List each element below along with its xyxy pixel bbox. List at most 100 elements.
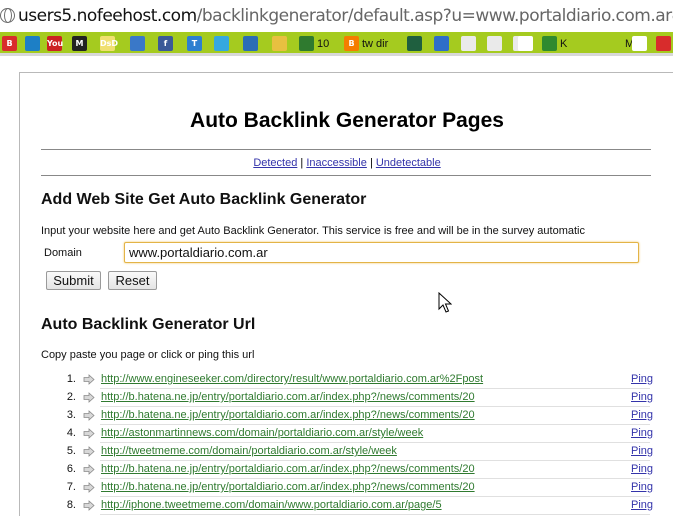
bookmark-label: 10 bbox=[317, 37, 330, 50]
link-undetectable[interactable]: Undetectable bbox=[376, 157, 441, 169]
row-number: 1. bbox=[66, 373, 76, 385]
bookmark-item[interactable]: You bbox=[47, 35, 63, 52]
backlink-url[interactable]: http://b.hatena.ne.jp/entry/portaldiario… bbox=[101, 463, 475, 475]
url-path: /backlinkgenerator/default.asp?u=www.por… bbox=[196, 6, 673, 26]
bookmark-item[interactable] bbox=[130, 35, 145, 52]
ping-link[interactable]: Ping bbox=[631, 481, 653, 493]
row-divider bbox=[100, 424, 650, 425]
reset-button[interactable]: Reset bbox=[108, 271, 157, 290]
red-b-icon: B bbox=[2, 36, 17, 51]
link-detected[interactable]: Detected bbox=[253, 157, 297, 169]
list-item: 5. http://tweetmeme.com/domain/portaldiar… bbox=[20, 445, 673, 463]
separator: | bbox=[300, 157, 304, 169]
bookmark-item[interactable]: M bbox=[607, 35, 634, 52]
ping-link[interactable]: Ping bbox=[631, 391, 653, 403]
backlink-url[interactable]: http://www.engineseeker.com/directory/re… bbox=[101, 373, 483, 385]
bookmark-item[interactable]: T bbox=[187, 35, 202, 52]
row-number: 4. bbox=[66, 427, 76, 439]
arrow-right-icon bbox=[83, 374, 95, 385]
bookmark-item[interactable] bbox=[25, 35, 40, 52]
address-url[interactable]: users5.nofeehost.com/backlinkgenerator/d… bbox=[18, 5, 673, 27]
facebook-icon: f bbox=[158, 36, 173, 51]
hat-icon bbox=[632, 36, 647, 51]
bookmarks-toolbar: B You M DsD f T 10 Btw dir K M bbox=[0, 32, 673, 56]
gear-icon bbox=[407, 36, 422, 51]
ping-link[interactable]: Ping bbox=[631, 373, 653, 385]
separator: | bbox=[369, 157, 373, 169]
page-content: Auto Backlink Generator Pages Detected |… bbox=[19, 72, 673, 516]
bookmark-item[interactable] bbox=[656, 35, 671, 52]
twitter-icon bbox=[214, 36, 229, 51]
backlink-url[interactable]: http://tweetmeme.com/domain/portaldiario… bbox=[101, 445, 397, 457]
bookmark-item[interactable]: Btw dir bbox=[344, 35, 388, 52]
submit-button[interactable]: Submit bbox=[46, 271, 101, 290]
ping-link[interactable]: Ping bbox=[631, 445, 653, 457]
domain-label: Domain bbox=[44, 247, 82, 259]
arrow-right-icon bbox=[83, 500, 95, 511]
bookmark-item[interactable] bbox=[272, 35, 287, 52]
bookmark-label: tw dir bbox=[362, 37, 389, 50]
divider bbox=[41, 175, 651, 176]
row-divider bbox=[100, 406, 650, 407]
row-number: 6. bbox=[66, 463, 76, 475]
row-number: 8. bbox=[66, 499, 76, 511]
ping-link[interactable]: Ping bbox=[631, 427, 653, 439]
bookmark-item[interactable] bbox=[487, 35, 502, 52]
domain-input[interactable] bbox=[124, 242, 639, 263]
copy-instructions: Copy paste you page or click or ping thi… bbox=[41, 349, 255, 361]
t-icon: T bbox=[187, 36, 202, 51]
list-item: 7. http://b.hatena.ne.jp/entry/portaldiar… bbox=[20, 481, 673, 499]
link-inaccessible[interactable]: Inaccessible bbox=[306, 157, 367, 169]
divider bbox=[41, 149, 651, 150]
bookmark-item[interactable]: DsD bbox=[100, 35, 118, 52]
address-bar[interactable]: users5.nofeehost.com/backlinkgenerator/d… bbox=[0, 0, 673, 32]
page-icon bbox=[461, 36, 476, 51]
backlink-url[interactable]: http://b.hatena.ne.jp/entry/portaldiario… bbox=[101, 481, 475, 493]
m-icon: M bbox=[72, 36, 87, 51]
backlink-url-heading: Auto Backlink Generator Url bbox=[41, 316, 256, 333]
bookmark-item[interactable] bbox=[632, 35, 647, 52]
bookmark-item[interactable]: f bbox=[158, 35, 173, 52]
blogger-icon: B bbox=[344, 36, 359, 51]
bookmark-item[interactable] bbox=[407, 35, 422, 52]
page-icon bbox=[487, 36, 502, 51]
list-item: 1. http://www.engineseeker.com/directory/… bbox=[20, 373, 673, 391]
list-item: 2. http://b.hatena.ne.jp/entry/portaldiar… bbox=[20, 391, 673, 409]
bookmark-item[interactable] bbox=[214, 35, 229, 52]
url-host: users5.nofeehost.com bbox=[18, 6, 197, 26]
ping-link[interactable]: Ping bbox=[631, 409, 653, 421]
bookmark-item[interactable] bbox=[434, 35, 449, 52]
row-divider bbox=[100, 478, 650, 479]
skull-icon bbox=[518, 36, 533, 51]
list-item: 3. http://b.hatena.ne.jp/entry/portaldiar… bbox=[20, 409, 673, 427]
backlink-url[interactable]: http://b.hatena.ne.jp/entry/portaldiario… bbox=[101, 409, 475, 421]
bookmark-item[interactable]: M bbox=[72, 35, 87, 52]
k-icon bbox=[542, 36, 557, 51]
arrow-right-icon bbox=[83, 392, 95, 403]
globe-icon bbox=[130, 36, 145, 51]
mouse-cursor-icon bbox=[438, 292, 452, 313]
bookmark-item[interactable] bbox=[243, 35, 258, 52]
backlink-url[interactable]: http://astonmartinnews.com/domain/portal… bbox=[101, 427, 423, 439]
row-divider bbox=[100, 514, 650, 515]
ping-link[interactable]: Ping bbox=[631, 499, 653, 511]
row-divider bbox=[100, 460, 650, 461]
bookmark-label: K bbox=[560, 37, 568, 50]
intro-text: Input your website here and get Auto Bac… bbox=[41, 225, 585, 237]
bookmark-item[interactable]: B bbox=[2, 35, 17, 52]
backlink-url[interactable]: http://iphone.tweetmeme.com/domain/www.p… bbox=[101, 499, 442, 511]
page-title: Auto Backlink Generator Pages bbox=[190, 109, 504, 132]
clock-icon bbox=[299, 36, 314, 51]
arrow-right-icon bbox=[83, 464, 95, 475]
backlink-url[interactable]: http://b.hatena.ne.jp/entry/portaldiario… bbox=[101, 391, 475, 403]
row-divider bbox=[100, 388, 650, 389]
bookmark-item[interactable]: K bbox=[542, 35, 567, 52]
bookmark-item[interactable] bbox=[518, 35, 533, 52]
row-divider bbox=[100, 496, 650, 497]
row-number: 2. bbox=[66, 391, 76, 403]
row-number: 5. bbox=[66, 445, 76, 457]
ping-link[interactable]: Ping bbox=[631, 463, 653, 475]
arrow-right-icon bbox=[83, 410, 95, 421]
bookmark-item[interactable]: 10 bbox=[299, 35, 329, 52]
bookmark-item[interactable] bbox=[461, 35, 476, 52]
